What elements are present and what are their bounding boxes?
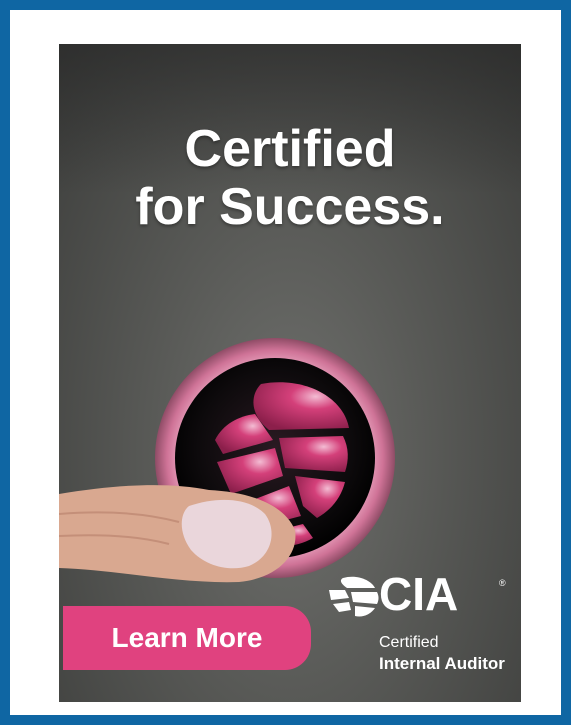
registered-mark: ® <box>499 578 506 588</box>
cia-logo: CIA ® Certified Internal Auditor <box>321 568 516 694</box>
cia-globe-icon <box>329 576 379 617</box>
headline-line-1: Certified <box>184 120 396 178</box>
finger-graphic <box>59 485 296 583</box>
page-frame: Certified for Success. Learn More CIA ® … <box>10 10 561 715</box>
cia-acronym: CIA <box>379 568 459 620</box>
cia-subtitle-line-1: Certified <box>379 634 439 651</box>
learn-more-button[interactable]: Learn More <box>63 606 311 670</box>
cia-subtitle-line-2: Internal Auditor <box>379 654 505 673</box>
headline-line-2: for Success. <box>135 178 445 236</box>
ad-banner[interactable]: Certified for Success. Learn More CIA ® … <box>59 44 521 702</box>
